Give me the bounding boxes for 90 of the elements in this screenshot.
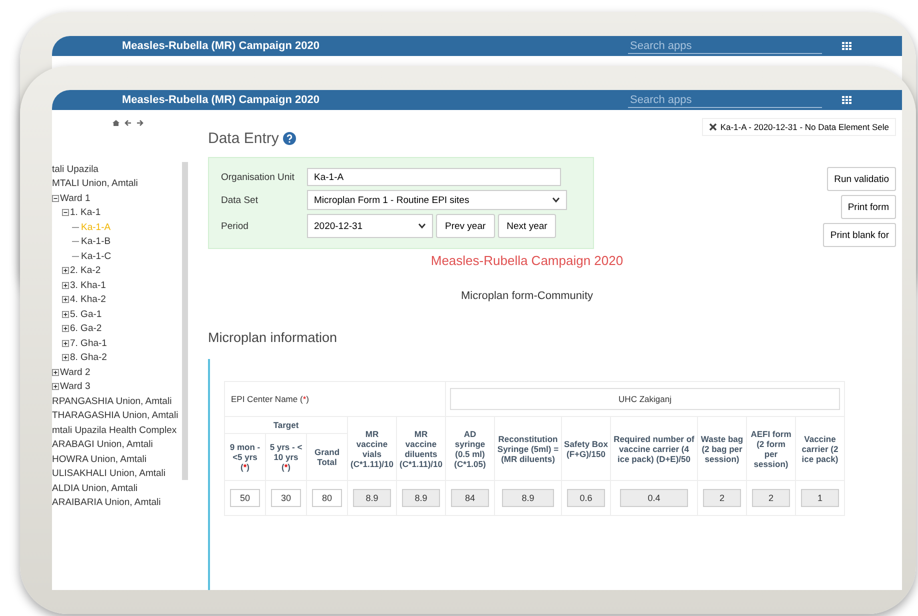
value-field: 8.9 (402, 489, 440, 507)
value-field: 84 (451, 489, 489, 507)
field-label: Period (221, 220, 250, 232)
tree-item[interactable]: Ward 3 (52, 380, 178, 394)
column-header: Reconstitution Syringe (5ml) = (MR diluents) (494, 416, 562, 480)
tree-item[interactable]: 5. Ga-1 (52, 307, 178, 322)
tree-item[interactable]: mtali Upazila Health Complex (52, 423, 178, 438)
home-icon[interactable] (112, 119, 120, 127)
tree-item[interactable]: 6. Ga-2 (52, 322, 178, 336)
app-title: Measles-Rubella (MR) Campaign 2020 (122, 94, 320, 106)
column-header: MR vaccine diluents (C*1.11)/10 (396, 416, 446, 480)
action-button[interactable]: Print form (840, 195, 896, 219)
expand-icon[interactable] (52, 383, 59, 390)
column-header: 9 mon - <5 yrs (*) (224, 434, 266, 480)
help-icon[interactable] (282, 132, 296, 145)
tree-item[interactable]: HOWRA Union, Amtali (52, 452, 178, 466)
page-title: Data Entry (208, 130, 296, 147)
tree-item[interactable]: ARAIBARIA Union, Amtali (52, 496, 178, 510)
search-field[interactable]: Search apps (628, 38, 822, 54)
expand-icon[interactable] (62, 296, 69, 304)
scrollbar[interactable] (182, 162, 188, 480)
expand-icon[interactable] (62, 310, 69, 318)
selection-text: Ka-1-A - 2020-12-31 - No Data Element Sele (720, 122, 889, 132)
expand-icon[interactable] (62, 325, 69, 332)
value-field: 0.4 (620, 489, 688, 507)
tree-item[interactable]: ALDIA Union, Amtali (52, 481, 178, 496)
tree-item[interactable]: 3. Kha-1 (52, 278, 178, 292)
column-header: 5 yrs - < 10 yrs (*) (266, 434, 306, 480)
forward-arrow-icon[interactable] (136, 119, 144, 127)
collapse-icon[interactable] (62, 209, 69, 216)
value-field[interactable]: 50 (230, 489, 260, 507)
field-label: Organisation Unit (221, 172, 296, 182)
expand-icon[interactable] (62, 340, 69, 347)
epi-center-field[interactable]: UHC Zakiganj (450, 388, 840, 410)
apps-grid-icon[interactable] (842, 42, 852, 50)
column-header: Required number of vaccine carrier (4 ice pack) (D+E)/50 (610, 416, 698, 480)
org-unit-field[interactable]: Ka-1-A (307, 168, 561, 186)
column-header: AD syringe (0.5 ml) (C*1.05) (446, 416, 494, 480)
value-field: 0.6 (567, 489, 605, 507)
column-header: AEFI form (2 form per session) (746, 416, 796, 480)
tree-item[interactable]: 4. Kha-2 (52, 292, 178, 307)
app-title: Measles-Rubella (MR) Campaign 2020 (122, 40, 320, 52)
action-button[interactable]: Print blank for (823, 223, 896, 247)
tree-item[interactable]: Ka-1-C (52, 249, 178, 264)
period-select[interactable]: 2020-12-31 (307, 214, 433, 238)
table-cell: EPI Center Name (*) (224, 382, 446, 416)
chevron-down-icon (418, 223, 426, 229)
expand-icon[interactable] (62, 282, 69, 289)
tree-item[interactable]: Ward 1 (52, 191, 178, 206)
section-title: Microplan information (208, 330, 338, 345)
tree-item[interactable]: THARAGASHIA Union, Amtali (52, 408, 178, 423)
expand-icon[interactable] (52, 368, 59, 376)
tree-item[interactable]: MTALI Union, Amtali (52, 176, 178, 191)
column-header: Target (224, 416, 348, 434)
column-header: Safety Box (F+G)/150 (562, 416, 610, 480)
apps-grid-icon[interactable] (842, 96, 852, 104)
column-header: Vaccine carrier (2 ice pack) (796, 416, 844, 480)
value-field: 1 (801, 489, 839, 507)
close-icon[interactable] (709, 123, 718, 131)
tree-item[interactable]: 8. Gha-2 (52, 350, 178, 365)
tree-item[interactable]: 2. Ka-2 (52, 264, 178, 278)
campaign-title: Measles-Rubella Campaign 2020 (430, 253, 624, 268)
value-field: 2 (752, 489, 790, 507)
value-field[interactable]: 30 (270, 489, 302, 507)
tree-item[interactable]: Ward 2 (52, 365, 178, 380)
value-field: 8.9 (353, 489, 391, 507)
tree-item[interactable]: tali Upazila (52, 162, 178, 176)
tree-item[interactable]: 1. Ka-1 (52, 206, 178, 220)
value-field: 8.9 (502, 489, 554, 507)
tree-item[interactable]: RPANGASHIA Union, Amtali (52, 394, 178, 408)
tree-item[interactable]: ARABAGI Union, Amtali (52, 438, 178, 452)
column-header: MR vaccine vials (C*1.11)/10 (348, 416, 396, 480)
tree-item[interactable]: Ka-1-B (52, 234, 178, 249)
value-field: 2 (703, 489, 741, 507)
tree-item[interactable]: ULISAKHALI Union, Amtali (52, 466, 178, 481)
collapse-icon[interactable] (52, 194, 59, 202)
column-header: Waste bag (2 bag per session) (698, 416, 746, 480)
search-field[interactable]: Search apps (628, 92, 822, 108)
value-field[interactable]: 80 (312, 489, 342, 507)
tree-item[interactable]: 7. Gha-1 (52, 336, 178, 350)
back-arrow-icon[interactable] (124, 119, 132, 127)
expand-icon[interactable] (62, 267, 69, 274)
period-button[interactable]: Next year (498, 214, 556, 238)
field-label: Data Set (221, 194, 259, 206)
period-button[interactable]: Prev year (436, 214, 495, 238)
action-button[interactable]: Run validatio (827, 167, 896, 191)
chevron-down-icon (552, 197, 560, 203)
data-set-select[interactable]: Microplan Form 1 - Routine EPI sites (307, 190, 567, 210)
expand-icon[interactable] (62, 354, 69, 362)
form-title: Microplan form-Community (460, 290, 594, 302)
